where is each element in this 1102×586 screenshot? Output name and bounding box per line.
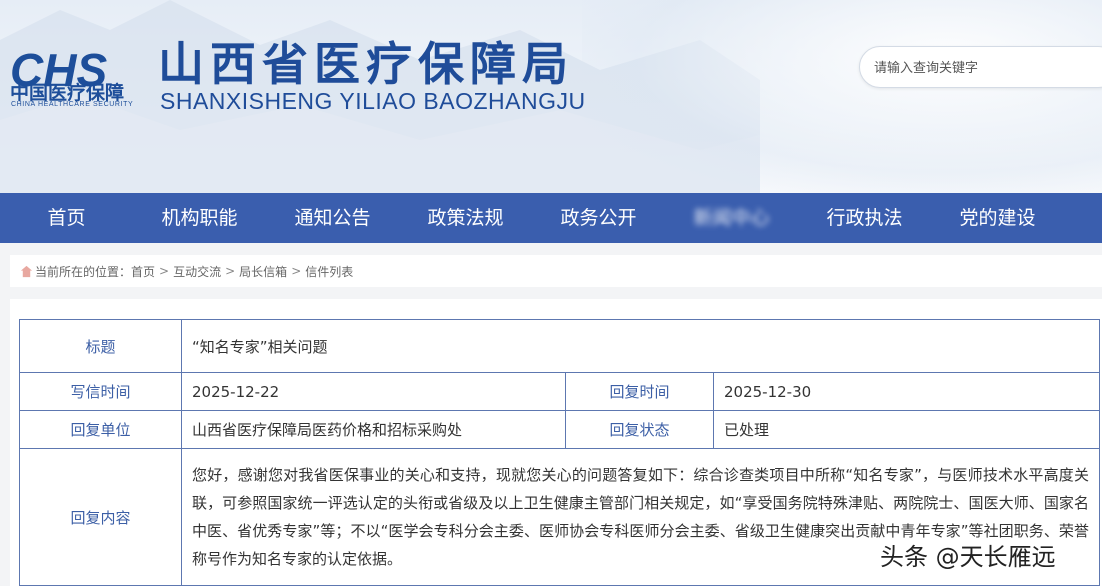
logo-english-text: CHINA HEALTHCARE SECURITY: [11, 101, 134, 108]
reply-time-label: 回复时间: [565, 372, 714, 411]
row-times: 写信时间 2025-12-22 回复时间 2025-12-30: [19, 372, 1100, 411]
doctor-photo-decoration: [582, 0, 1102, 193]
site-title: 山西省医疗保障局: [158, 37, 574, 91]
breadcrumb: 当前所在的位置： 首页 > 互动交流 > 局长信箱 > 信件列表: [10, 255, 1102, 287]
breadcrumb-prefix: 当前所在的位置：: [35, 264, 132, 279]
reply-unit-label: 回复单位: [19, 410, 182, 449]
nav-item-blurred[interactable]: 新闻中心: [665, 193, 798, 243]
breadcrumb-mailbox[interactable]: 局长信箱: [239, 263, 287, 280]
nav-item-policies[interactable]: 政策法规: [399, 193, 532, 243]
breadcrumb-home[interactable]: 首页: [131, 263, 155, 280]
reply-time-value: 2025-12-30: [713, 372, 1100, 411]
reply-content-label: 回复内容: [19, 448, 182, 586]
reply-status-label: 回复状态: [565, 410, 714, 449]
write-time-value: 2025-12-22: [181, 372, 566, 411]
nav-item-home[interactable]: 首页: [0, 193, 133, 243]
breadcrumb-interaction[interactable]: 互动交流: [173, 263, 221, 280]
site-subtitle: SHANXISHENG YILIAO BAOZHANGJU: [160, 88, 586, 114]
nav-item-party[interactable]: 党的建设: [931, 193, 1064, 243]
watermark-text: 头条 @天长雁远: [880, 543, 1056, 571]
breadcrumb-separator: >: [225, 264, 236, 278]
nav-item-gov-affairs[interactable]: 政务公开: [532, 193, 665, 243]
search-input[interactable]: [874, 58, 1094, 78]
breadcrumb-separator: >: [159, 264, 170, 278]
site-header: CHS 中国医疗保障 CHINA HEALTHCARE SECURITY 山西省…: [0, 0, 1102, 193]
reply-status-value: 已处理: [713, 410, 1100, 449]
write-time-label: 写信时间: [19, 372, 182, 411]
breadcrumb-separator: >: [291, 264, 302, 278]
row-unit-status: 回复单位 山西省医疗保障局医药价格和招标采购处 回复状态 已处理: [19, 410, 1100, 449]
row-title: 标题 “知名专家”相关问题: [19, 319, 1100, 373]
location-icon: [20, 265, 33, 277]
title-label: 标题: [19, 319, 182, 373]
main-nav: 首页 机构职能 通知公告 政策法规 政务公开 新闻中心 行政执法 党的建设: [0, 193, 1102, 243]
nav-item-functions[interactable]: 机构职能: [133, 193, 266, 243]
title-value: “知名专家”相关问题: [181, 319, 1100, 373]
nav-item-enforcement[interactable]: 行政执法: [798, 193, 931, 243]
breadcrumb-letter-list[interactable]: 信件列表: [305, 263, 353, 280]
reply-unit-value: 山西省医疗保障局医药价格和招标采购处: [181, 410, 566, 449]
nav-item-notices[interactable]: 通知公告: [266, 193, 399, 243]
search-box[interactable]: [859, 46, 1102, 88]
